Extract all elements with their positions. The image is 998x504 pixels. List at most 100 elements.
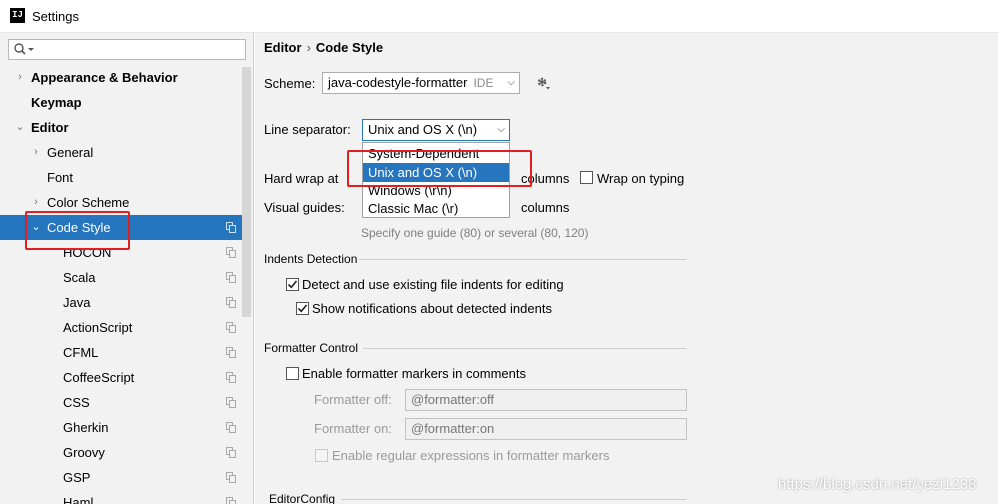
sidebar-item-label: ActionScript (63, 320, 133, 335)
chevron-right-icon[interactable]: › (31, 190, 41, 215)
scheme-label: Scheme: (264, 76, 316, 91)
sidebar-item-java[interactable]: Java (0, 290, 242, 315)
window-title: Settings (32, 9, 79, 24)
formatter-on-label: Formatter on: (314, 421, 393, 436)
chevron-right-icon[interactable]: › (15, 65, 25, 90)
sidebar-scrollbar[interactable] (242, 67, 251, 317)
gear-icon[interactable] (535, 75, 551, 91)
hard-wrap-label: Hard wrap at (264, 171, 339, 186)
line-separator-option[interactable]: Windows (\r\n) (363, 181, 509, 200)
sidebar-item-haml[interactable]: Haml (0, 490, 242, 504)
formatter-on-input[interactable]: @formatter:on (405, 418, 687, 440)
copy-settings-icon (226, 322, 236, 333)
sidebar-item-groovy[interactable]: Groovy (0, 440, 242, 465)
sidebar-item-code-style[interactable]: ⌄ Code Style (0, 215, 242, 240)
code-style-panel: Editor › Code Style Scheme: java-codestyle… (255, 33, 998, 504)
sidebar-item-label: Appearance & Behavior (31, 70, 178, 85)
regex-markers-label: Enable regular expressions in formatter … (332, 448, 610, 463)
show-notifications-label: Show notifications about detected indent… (312, 301, 552, 316)
settings-search-input[interactable] (8, 39, 246, 60)
sidebar-item-general[interactable]: › General (0, 140, 242, 165)
chevron-right-icon[interactable]: › (31, 140, 41, 165)
sidebar-item-label: Groovy (63, 445, 105, 460)
formatter-divider (363, 348, 686, 349)
chevron-down-icon: ⌵ (497, 124, 505, 135)
sidebar-item-label: CFML (63, 345, 99, 360)
chevron-down-icon[interactable]: ⌄ (31, 215, 41, 240)
copy-settings-icon (226, 247, 236, 258)
sidebar-item-label: CoffeeScript (63, 370, 135, 385)
wrap-on-typing-label: Wrap on typing (597, 171, 685, 186)
hard-wrap-unit: columns (521, 171, 570, 186)
copy-settings-icon (226, 372, 236, 383)
indents-divider (359, 259, 686, 260)
copy-settings-icon (226, 397, 236, 408)
detect-indents-label: Detect and use existing file indents for… (302, 277, 564, 292)
editorconfig-section-title: EditorConfig (269, 492, 336, 504)
sidebar-item-scala[interactable]: Scala (0, 265, 242, 290)
sidebar-item-keymap[interactable]: Keymap (0, 90, 242, 115)
copy-settings-icon (226, 222, 236, 233)
scheme-ide-tag: IDE (473, 76, 494, 90)
sidebar-item-label: Font (47, 170, 74, 185)
formatter-markers-label: Enable formatter markers in comments (302, 366, 526, 381)
check-icon (287, 280, 298, 289)
sidebar-item-cfml[interactable]: CFML (0, 340, 242, 365)
sidebar-item-font[interactable]: Font (0, 165, 242, 190)
sidebar-item-label: CSS (63, 395, 90, 410)
sidebar-item-label: Gherkin (63, 420, 109, 435)
copy-settings-icon (226, 422, 236, 433)
search-icon (14, 43, 34, 55)
line-separator-option[interactable]: System-Dependent (363, 144, 509, 163)
copy-settings-icon (226, 272, 236, 283)
chevron-down-icon: ⌵ (507, 77, 515, 88)
title-bar: IJ Settings (0, 0, 998, 33)
line-separator-option[interactable]: Classic Mac (\r) (363, 199, 509, 218)
sidebar-item-coffeescript[interactable]: CoffeeScript (0, 365, 242, 390)
show-notifications-checkbox[interactable] (296, 302, 309, 315)
line-separator-select[interactable]: Unix and OS X (\n) ⌵ (362, 119, 510, 141)
scheme-value: java-codestyle-formatter (328, 75, 468, 90)
breadcrumb: Editor › Code Style (264, 40, 383, 55)
sidebar-item-label: Code Style (47, 220, 111, 235)
scheme-select[interactable]: java-codestyle-formatter IDE ⌵ (322, 72, 520, 94)
sidebar-item-color-scheme[interactable]: › Color Scheme (0, 190, 242, 215)
formatter-off-input[interactable]: @formatter:off (405, 389, 687, 411)
sidebar-item-appearance-behavior[interactable]: › Appearance & Behavior (0, 65, 242, 90)
editorconfig-divider (341, 499, 686, 500)
line-separator-dropdown: System-Dependent Unix and OS X (\n) Wind… (362, 142, 510, 218)
copy-settings-icon (226, 297, 236, 308)
regex-markers-checkbox[interactable] (315, 449, 328, 462)
intellij-app-icon: IJ (10, 8, 25, 23)
sidebar-item-gherkin[interactable]: Gherkin (0, 415, 242, 440)
visual-guides-unit: columns (521, 200, 570, 215)
breadcrumb-parent[interactable]: Editor (264, 40, 302, 55)
sidebar-item-css[interactable]: CSS (0, 390, 242, 415)
formatter-section-title: Formatter Control (264, 341, 359, 355)
visual-guides-hint: Specify one guide (80) or several (80, 1… (361, 226, 589, 240)
sidebar-item-label: General (47, 145, 94, 160)
line-separator-label: Line separator: (264, 122, 351, 137)
sidebar-item-label: Haml (63, 495, 94, 504)
sidebar-item-label: Scala (63, 270, 96, 285)
sidebar-item-actionscript[interactable]: ActionScript (0, 315, 242, 340)
chevron-down-icon[interactable]: ⌄ (15, 115, 25, 140)
sidebar-item-label: Java (63, 295, 91, 310)
visual-guides-label: Visual guides: (264, 200, 345, 215)
breadcrumb-separator: › (306, 40, 311, 55)
formatter-markers-checkbox[interactable] (286, 367, 299, 380)
detect-indents-checkbox[interactable] (286, 278, 299, 291)
sidebar-item-label: Keymap (31, 95, 82, 110)
breadcrumb-current: Code Style (315, 40, 384, 55)
sidebar-item-gsp[interactable]: GSP (0, 465, 242, 490)
line-separator-value: Unix and OS X (\n) (368, 122, 478, 137)
sidebar-item-label: HOCON (63, 245, 112, 260)
sidebar-item-label: Color Scheme (47, 195, 130, 210)
sidebar-item-editor[interactable]: ⌄ Editor (0, 115, 242, 140)
wrap-on-typing-checkbox[interactable] (580, 171, 593, 184)
check-icon (297, 304, 308, 313)
copy-settings-icon (226, 472, 236, 483)
line-separator-option-selected[interactable]: Unix and OS X (\n) (363, 163, 509, 182)
copy-settings-icon (226, 447, 236, 458)
sidebar-item-hocon[interactable]: HOCON (0, 240, 242, 265)
